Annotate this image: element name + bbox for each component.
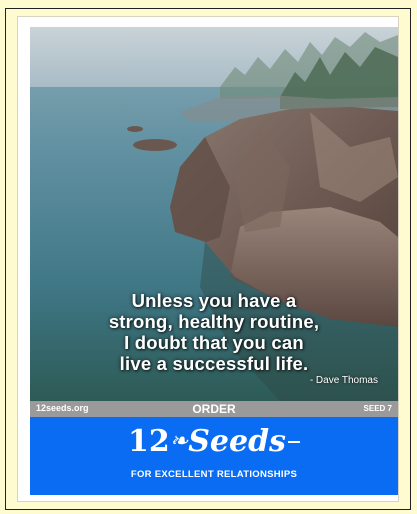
quote-author: - Dave Thomas: [309, 375, 378, 386]
quote-line: Unless you have a: [131, 290, 297, 311]
quote-line: strong, healthy routine,: [108, 311, 320, 332]
wheat-icon: ❧: [169, 429, 189, 454]
swash-decoration: [287, 441, 300, 443]
brand-name: Seeds: [188, 424, 286, 459]
brand-logo: 12❧Seeds: [30, 425, 398, 459]
brand-banner: 12❧Seeds FOR EXCELLENT RELATIONSHIPS: [30, 417, 398, 495]
brand-tagline: FOR EXCELLENT RELATIONSHIPS: [130, 469, 298, 480]
order-button[interactable]: ORDER: [30, 401, 398, 417]
seed-label: SEED 7: [363, 404, 392, 413]
quote-text: Unless you have a strong, healthy routin…: [30, 290, 398, 374]
quote-line: live a successful life.: [119, 353, 309, 374]
footer-strip: 12seeds.org ORDER SEED 7: [30, 401, 398, 417]
brand-number: 12: [128, 424, 170, 459]
quote-line: I doubt that you can: [124, 332, 304, 353]
